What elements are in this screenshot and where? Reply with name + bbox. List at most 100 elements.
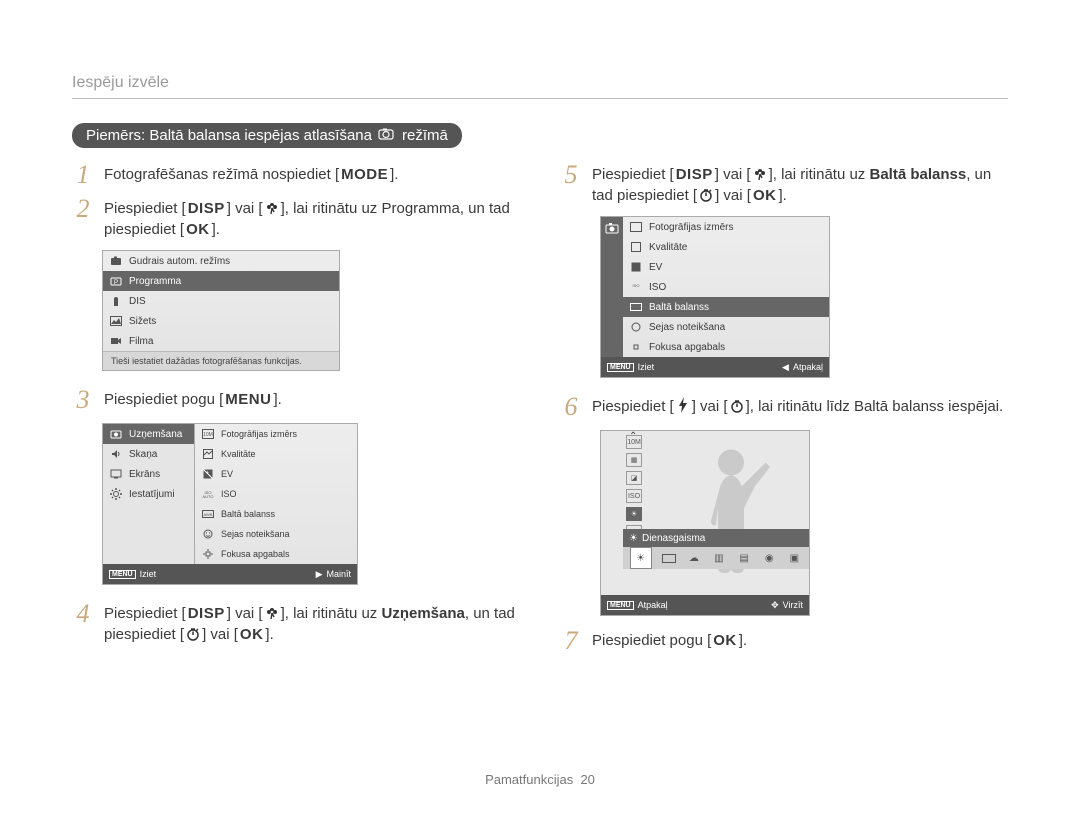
lcd-bottom-bar: MENUAtpakaļ ✥Virzīt — [601, 595, 809, 615]
left-arrow-icon: ◀ — [782, 362, 789, 373]
list-item[interactable]: EV — [623, 257, 829, 277]
face-icon — [201, 527, 215, 541]
quality-icon — [629, 240, 643, 254]
wb-tungsten-icon[interactable]: ◉ — [761, 550, 777, 566]
size-icon — [629, 220, 643, 234]
list-item[interactable]: +EV — [195, 464, 357, 484]
svg-text:AUTO: AUTO — [202, 494, 213, 499]
quality-icon — [201, 447, 215, 461]
wb-awb-icon[interactable] — [661, 550, 677, 566]
mode-button-label: MODE — [339, 164, 390, 185]
iso-icon: ISOAUTO — [201, 487, 215, 501]
wb-icon: AWB — [201, 507, 215, 521]
lcd-mode-menu: Gudrais autom. režīms PProgramma DIS Siž… — [102, 250, 340, 371]
wb-options-row[interactable]: ☀ ☁ ▥ ▤ ◉ ▣ — [623, 547, 809, 569]
step-number: 5 — [560, 162, 582, 188]
list-item[interactable]: ISOAUTOISO — [195, 484, 357, 504]
list-item[interactable]: AWBBaltā balanss — [195, 504, 357, 524]
list-item[interactable]: Sejas noteikšana — [623, 317, 829, 337]
flower-icon — [263, 200, 281, 216]
sidebar-item[interactable]: Ekrāns — [103, 464, 194, 484]
pill-prefix: Piemērs: Baltā balansa iespējas atlasīša… — [86, 127, 372, 144]
disp-button-label: DISP — [186, 603, 227, 624]
focus-icon — [629, 340, 643, 354]
wb-cloudy-icon[interactable]: ☁ — [686, 550, 702, 566]
sidebar-item[interactable]: Uzņemšana — [103, 424, 194, 444]
step-1-text: Fotografēšanas režīmā nospiediet [MODE]. — [104, 164, 398, 185]
wb-icon — [629, 300, 643, 314]
ok-button-label: OK — [751, 185, 779, 206]
svg-text:ISO: ISO — [633, 283, 640, 288]
ok-button-label: OK — [711, 630, 739, 651]
list-item[interactable]: Fokusa apgabals — [195, 544, 357, 564]
camera-icon — [109, 427, 123, 441]
face-icon — [629, 320, 643, 334]
menu-label-icon: MENU — [607, 601, 634, 610]
step-6-text: Piespiediet [] vai [], lai ritinātu līdz… — [592, 396, 1003, 417]
flower-icon — [263, 605, 281, 621]
pill-suffix: režīmā — [402, 127, 448, 144]
step-5-text: Piespiediet [DISP] vai [], lai ritinātu … — [592, 164, 1008, 206]
list-item[interactable]: Sižets — [103, 311, 339, 331]
sidebar-item[interactable]: Skaņa — [103, 444, 194, 464]
list-item[interactable]: Fokusa apgabals — [623, 337, 829, 357]
list-item[interactable]: 10MFotogrāfijas izmērs — [195, 424, 357, 444]
lcd-menu-settings: Uzņemšana Skaņa Ekrāns Iestatījumi 10MFo… — [102, 423, 358, 585]
ok-button-label: OK — [238, 624, 266, 645]
page-header: Iespēju izvēle — [72, 74, 1008, 99]
wb-daylight-icon[interactable]: ☀ — [630, 547, 652, 569]
list-item[interactable]: Gudrais autom. režīms — [103, 251, 339, 271]
svg-text:P: P — [114, 280, 118, 286]
right-arrow-icon: ▶ — [316, 569, 323, 580]
left-column: 1 Fotografēšanas režīmā nospiediet [MODE… — [72, 164, 520, 664]
lcd-bottom-bar: MENUIziet ▶Mainīt — [103, 564, 357, 584]
step-number: 2 — [72, 196, 94, 222]
side-icon: ◪ — [626, 471, 642, 485]
disp-button-label: DISP — [186, 198, 227, 219]
lcd-shooting-menu: Fotogrāfijas izmērs Kvalitāte EV ISOISO … — [600, 216, 830, 378]
list-item[interactable]: Sejas noteikšana — [195, 524, 357, 544]
wb-custom-icon[interactable]: ▣ — [786, 550, 802, 566]
step-7-text: Piespiediet pogu [OK]. — [592, 630, 747, 651]
step-3-text: Piespiediet pogu [MENU]. — [104, 389, 282, 410]
lcd-wb-selection: 10M ▦ ◪ ISO ☀ ☺ ⊹ ⌃ ☀ Dienasgaisma ☀ ☁ — [600, 430, 810, 616]
list-item[interactable]: Filma — [103, 331, 339, 351]
film-icon — [109, 334, 123, 348]
sidebar-item[interactable]: Iestatījumi — [103, 484, 194, 504]
list-item[interactable]: Fotogrāfijas izmērs — [623, 217, 829, 237]
list-item[interactable]: Kvalitāte — [623, 237, 829, 257]
lcd-description: Tieši iestatiet dažādas fotografēšanas f… — [103, 351, 339, 370]
timer-icon — [697, 187, 715, 203]
disp-button-label: DISP — [674, 164, 715, 185]
svg-text:AWB: AWB — [204, 512, 213, 517]
display-icon — [109, 467, 123, 481]
step-number: 4 — [72, 601, 94, 627]
list-item-selected[interactable]: Baltā balanss — [623, 297, 829, 317]
flash-icon — [674, 397, 692, 413]
timer-icon — [728, 398, 746, 414]
menu-button-label: MENU — [223, 389, 273, 410]
list-item[interactable]: DIS — [103, 291, 339, 311]
focus-icon — [201, 547, 215, 561]
side-icon: ☀ — [626, 507, 642, 521]
step-number: 3 — [72, 387, 94, 413]
camera-icon — [109, 254, 123, 268]
ev-icon — [629, 260, 643, 274]
step-2-text: Piespiediet [DISP] vai [], lai ritinātu … — [104, 198, 520, 240]
ok-button-label: OK — [184, 219, 212, 240]
svg-text:+: + — [206, 470, 209, 476]
svg-text:10M: 10M — [203, 432, 213, 438]
camera-icon — [605, 221, 619, 235]
list-item[interactable]: ISOISO — [623, 277, 829, 297]
page-footer: Pamatfunkcijas 20 — [0, 772, 1080, 787]
step-number: 6 — [560, 394, 582, 420]
menu-label-icon: MENU — [607, 363, 634, 372]
list-item-selected[interactable]: PProgramma — [103, 271, 339, 291]
step-number: 7 — [560, 628, 582, 654]
wb-fluorescent-h-icon[interactable]: ▥ — [711, 550, 727, 566]
wb-fluorescent-l-icon[interactable]: ▤ — [736, 550, 752, 566]
sun-icon: ☀ — [629, 533, 638, 544]
camera-p-icon: P — [109, 274, 123, 288]
list-item[interactable]: Kvalitāte — [195, 444, 357, 464]
ev-icon: + — [201, 467, 215, 481]
